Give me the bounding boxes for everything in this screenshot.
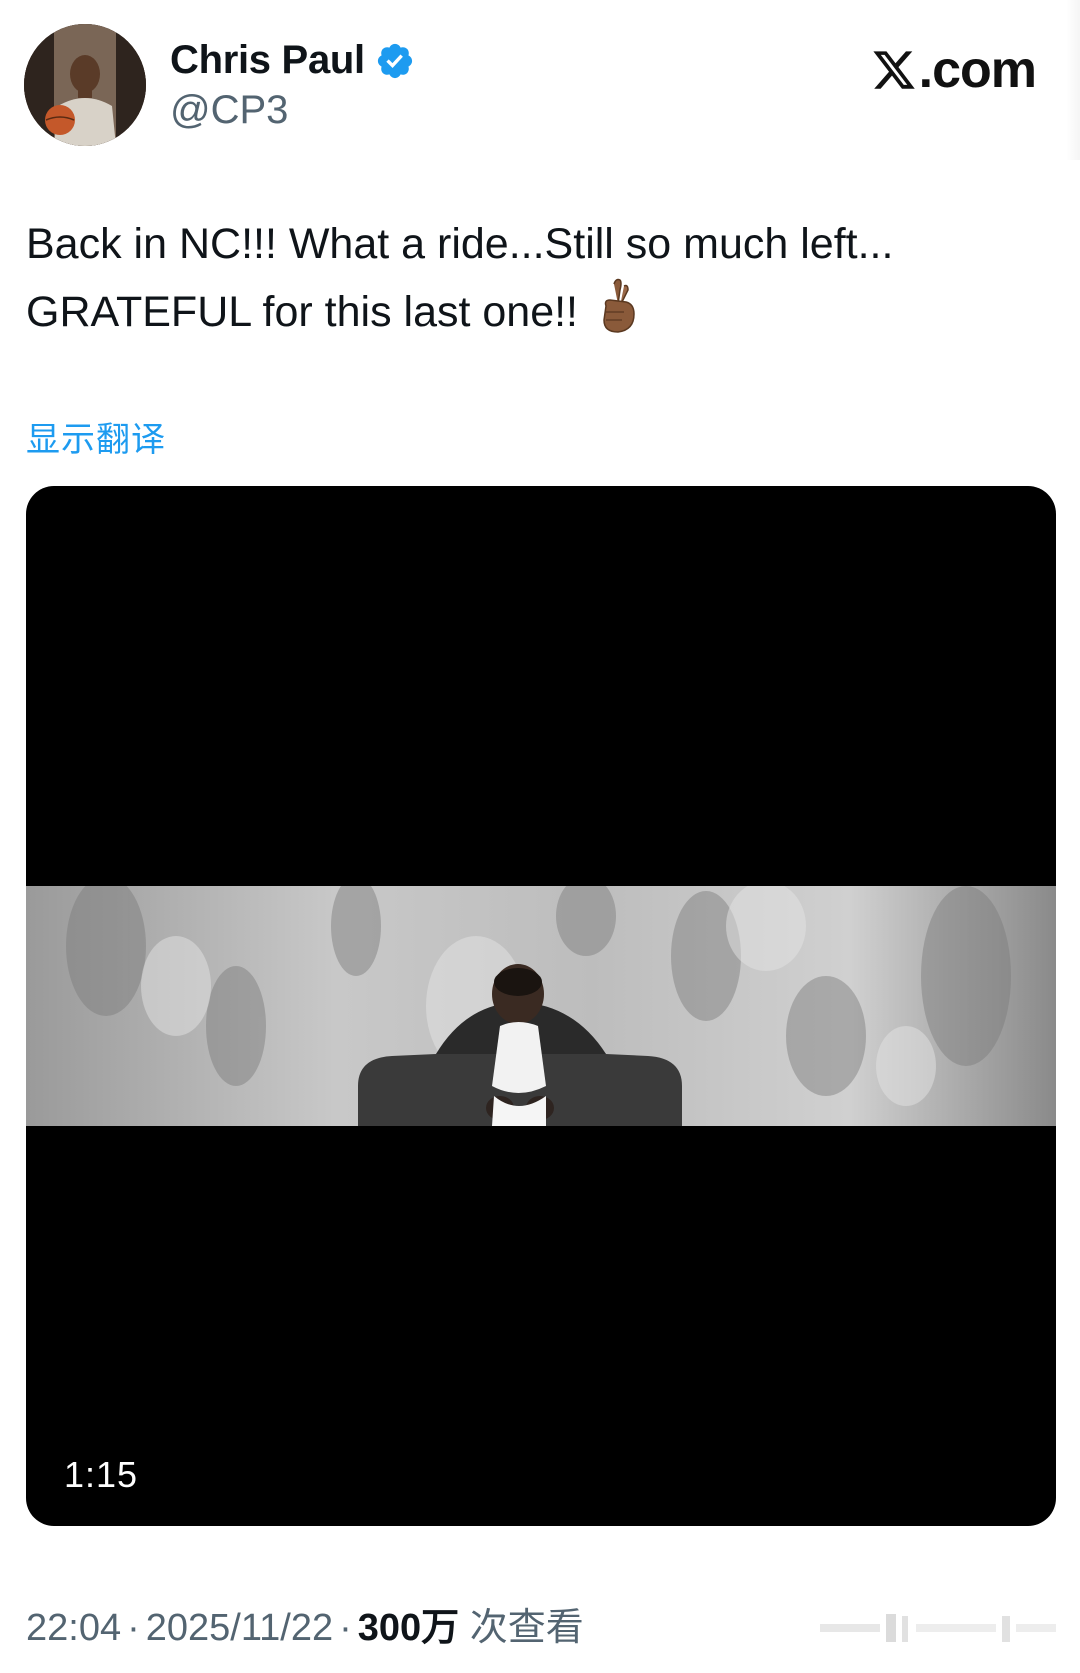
video-frame-image — [26, 886, 1056, 1126]
tweet-metadata: 22:04 · 2025/11/22 · 300万 次查看 — [26, 1596, 584, 1651]
brand-domain: .com — [918, 41, 1037, 99]
x-brand-logo: .com — [871, 40, 1037, 100]
view-count-label: 次查看 — [469, 1607, 584, 1649]
author-handle[interactable]: @CP3 — [170, 88, 288, 133]
crossed-fingers-emoji-icon — [603, 278, 635, 333]
display-name[interactable]: Chris Paul — [170, 38, 365, 83]
author-name-row[interactable]: Chris Paul — [170, 38, 415, 83]
video-duration: 1:15 — [64, 1454, 139, 1495]
verified-badge-icon — [377, 43, 412, 78]
avatar[interactable] — [24, 24, 146, 146]
tweet-time[interactable]: 22:04 — [26, 1607, 121, 1649]
tweet-text: Back in NC!!! What a ride...Still so muc… — [26, 212, 1026, 344]
show-translation-link[interactable]: 显示翻译 — [26, 412, 166, 461]
tweet-text-line-2: GRATEFUL for this last one!! — [26, 276, 1026, 344]
watermark-image — [820, 1614, 1056, 1642]
meta-separator: · — [127, 1607, 140, 1649]
x-logo-icon — [873, 51, 915, 89]
view-count: 300万 — [357, 1607, 460, 1649]
tweet-text-line-1: Back in NC!!! What a ride...Still so muc… — [26, 220, 894, 268]
tweet-date[interactable]: 2025/11/22 — [146, 1607, 333, 1649]
tweet-card: Chris Paul @CP3 .com Back in NC!!! What … — [0, 0, 1080, 1673]
meta-separator: · — [339, 1607, 352, 1649]
video-player[interactable]: 1:15 — [26, 486, 1056, 1526]
edge-shadow — [1066, 0, 1080, 160]
tweet-text-line-2-content: GRATEFUL for this last one!! — [26, 288, 579, 336]
